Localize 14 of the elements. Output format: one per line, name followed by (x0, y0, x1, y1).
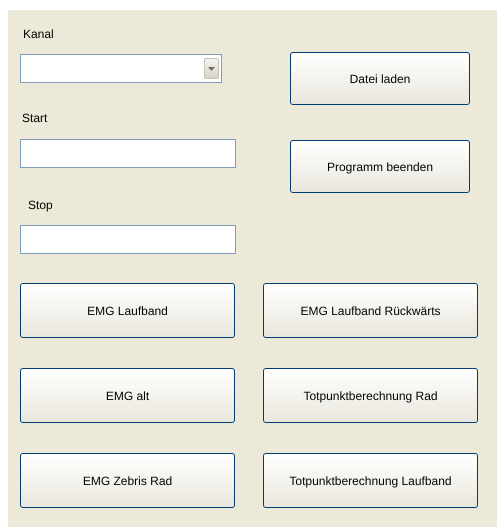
action-button[interactable]: EMG Zebris Rad (20, 453, 235, 508)
field-label: Start (22, 111, 48, 125)
action-button[interactable]: Totpunktberechnung Laufband (263, 453, 478, 508)
input-field[interactable] (20, 139, 236, 168)
action-button[interactable]: EMG Laufband (20, 283, 235, 338)
action-button[interactable]: Programm beenden (290, 140, 470, 193)
action-button[interactable]: Datei laden (290, 52, 470, 105)
action-button[interactable]: Totpunktberechnung Rad (263, 368, 478, 423)
field-label: Stop (28, 198, 53, 212)
action-button[interactable]: EMG alt (20, 368, 235, 423)
channel-dropdown[interactable] (20, 54, 222, 83)
input-field[interactable] (20, 225, 236, 254)
field-label: Kanal (23, 27, 54, 41)
action-button[interactable]: EMG Laufband Rückwärts (263, 283, 478, 338)
